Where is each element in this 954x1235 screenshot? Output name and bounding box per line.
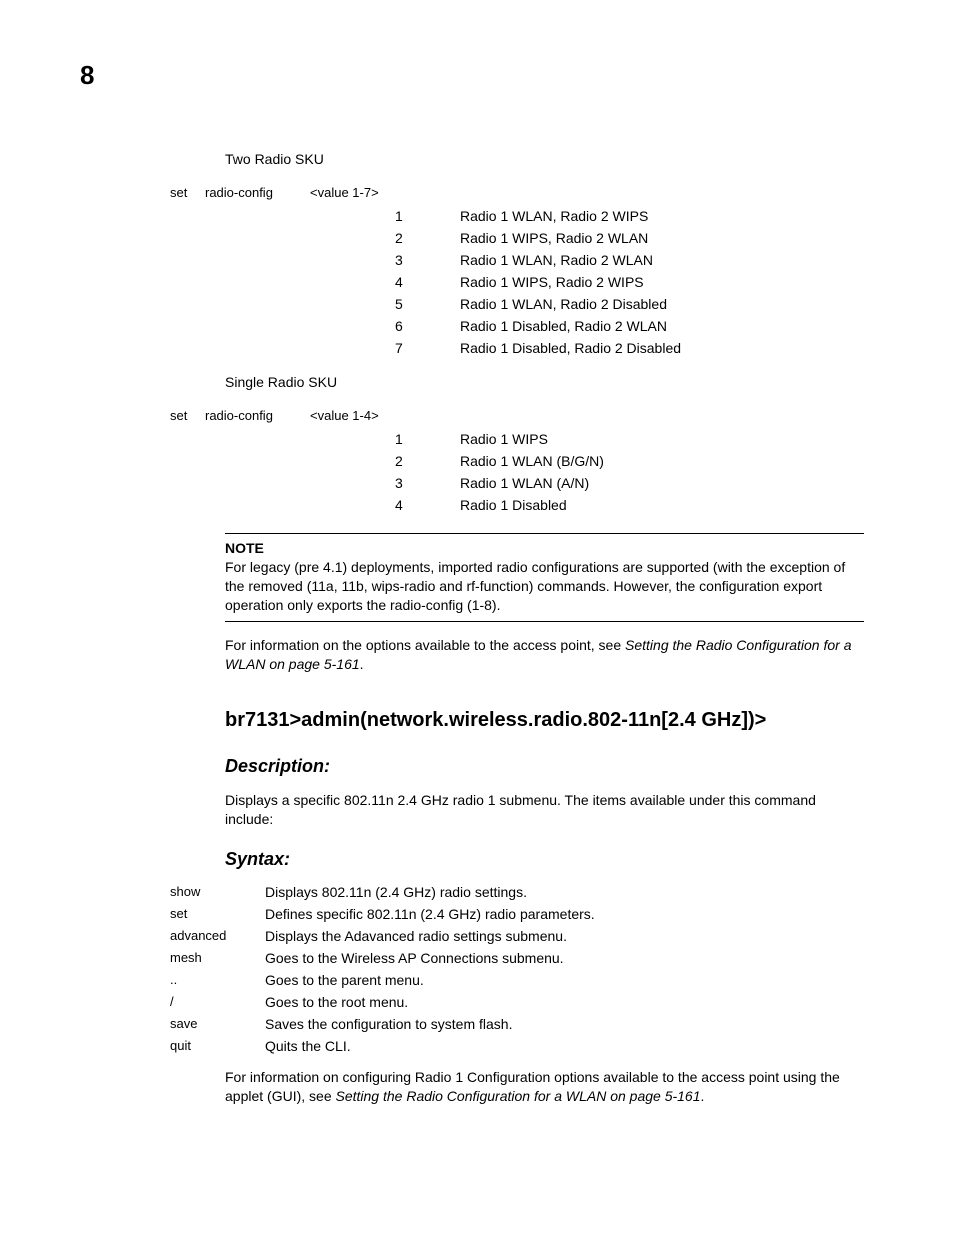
syntax-cmd: save bbox=[170, 1016, 265, 1032]
syntax-cmd: advanced bbox=[170, 928, 265, 944]
reference-text-1: For information on the options available… bbox=[225, 636, 864, 674]
syntax-row: quitQuits the CLI. bbox=[170, 1038, 864, 1054]
value-desc: Radio 1 Disabled, Radio 2 Disabled bbox=[460, 340, 864, 356]
syntax-cmd: set bbox=[170, 906, 265, 922]
note-label: NOTE bbox=[225, 540, 864, 556]
value-desc: Radio 1 WLAN (B/G/N) bbox=[460, 453, 864, 469]
reference-text-2: For information on configuring Radio 1 C… bbox=[225, 1068, 864, 1106]
value-num: 2 bbox=[395, 230, 460, 246]
syntax-row: advancedDisplays the Adavanced radio set… bbox=[170, 928, 864, 944]
syntax-desc: Saves the configuration to system flash. bbox=[265, 1016, 864, 1032]
two-radio-values: 1Radio 1 WLAN, Radio 2 WIPS 2Radio 1 WIP… bbox=[170, 208, 864, 356]
value-num: 4 bbox=[395, 274, 460, 290]
ref-post: . bbox=[701, 1088, 705, 1104]
value-desc: Radio 1 WLAN, Radio 2 WIPS bbox=[460, 208, 864, 224]
two-radio-title: Two Radio SKU bbox=[225, 151, 864, 167]
syntax-list: showDisplays 802.11n (2.4 GHz) radio set… bbox=[170, 884, 864, 1054]
value-row: 4Radio 1 WIPS, Radio 2 WIPS bbox=[170, 274, 864, 290]
value-num: 1 bbox=[395, 208, 460, 224]
syntax-row: showDisplays 802.11n (2.4 GHz) radio set… bbox=[170, 884, 864, 900]
value-row: 4Radio 1 Disabled bbox=[170, 497, 864, 513]
value-num: 2 bbox=[395, 453, 460, 469]
syntax-desc: Displays 802.11n (2.4 GHz) radio setting… bbox=[265, 884, 864, 900]
syntax-row: ..Goes to the parent menu. bbox=[170, 972, 864, 988]
value-row: 1Radio 1 WIPS bbox=[170, 431, 864, 447]
syntax-row: setDefines specific 802.11n (2.4 GHz) ra… bbox=[170, 906, 864, 922]
value-desc: Radio 1 WIPS, Radio 2 WLAN bbox=[460, 230, 864, 246]
value-desc: Radio 1 WIPS, Radio 2 WIPS bbox=[460, 274, 864, 290]
ref-link: Setting the Radio Configuration for a WL… bbox=[336, 1088, 701, 1104]
note-block: NOTE For legacy (pre 4.1) deployments, i… bbox=[225, 533, 864, 622]
syntax-row: meshGoes to the Wireless AP Connections … bbox=[170, 950, 864, 966]
content-area: Two Radio SKU set radio-config <value 1-… bbox=[170, 151, 864, 1106]
syntax-cmd: show bbox=[170, 884, 265, 900]
syntax-cmd: / bbox=[170, 994, 265, 1010]
value-row: 6Radio 1 Disabled, Radio 2 WLAN bbox=[170, 318, 864, 334]
syntax-desc: Displays the Adavanced radio settings su… bbox=[265, 928, 864, 944]
syntax-cmd: .. bbox=[170, 972, 265, 988]
value-row: 2Radio 1 WLAN (B/G/N) bbox=[170, 453, 864, 469]
single-radio-cmd: set radio-config <value 1-4> bbox=[170, 408, 864, 423]
value-desc: Radio 1 WLAN, Radio 2 Disabled bbox=[460, 296, 864, 312]
two-radio-cmd: set radio-config <value 1-7> bbox=[170, 185, 864, 200]
value-row: 7Radio 1 Disabled, Radio 2 Disabled bbox=[170, 340, 864, 356]
syntax-cmd: mesh bbox=[170, 950, 265, 966]
single-radio-title: Single Radio SKU bbox=[225, 374, 864, 390]
value-row: 1Radio 1 WLAN, Radio 2 WIPS bbox=[170, 208, 864, 224]
value-num: 6 bbox=[395, 318, 460, 334]
single-radio-values: 1Radio 1 WIPS 2Radio 1 WLAN (B/G/N) 3Rad… bbox=[170, 431, 864, 513]
description-heading: Description: bbox=[225, 756, 864, 777]
syntax-desc: Goes to the root menu. bbox=[265, 994, 864, 1010]
value-desc: Radio 1 WLAN, Radio 2 WLAN bbox=[460, 252, 864, 268]
value-desc: Radio 1 Disabled, Radio 2 WLAN bbox=[460, 318, 864, 334]
cmd-radio-config: radio-config bbox=[205, 185, 310, 200]
syntax-row: /Goes to the root menu. bbox=[170, 994, 864, 1010]
description-text: Displays a specific 802.11n 2.4 GHz radi… bbox=[225, 791, 864, 829]
ref-post: . bbox=[360, 656, 364, 672]
cmd-radio-config: radio-config bbox=[205, 408, 310, 423]
value-desc: Radio 1 WLAN (A/N) bbox=[460, 475, 864, 491]
ref-pre: For information on the options available… bbox=[225, 637, 625, 653]
value-row: 3Radio 1 WLAN, Radio 2 WLAN bbox=[170, 252, 864, 268]
syntax-row: saveSaves the configuration to system fl… bbox=[170, 1016, 864, 1032]
value-num: 4 bbox=[395, 497, 460, 513]
cmd-value-range: <value 1-4> bbox=[310, 408, 400, 423]
page-number: 8 bbox=[80, 60, 874, 91]
value-row: 2Radio 1 WIPS, Radio 2 WLAN bbox=[170, 230, 864, 246]
value-num: 1 bbox=[395, 431, 460, 447]
value-row: 5Radio 1 WLAN, Radio 2 Disabled bbox=[170, 296, 864, 312]
value-row: 3Radio 1 WLAN (A/N) bbox=[170, 475, 864, 491]
syntax-desc: Goes to the parent menu. bbox=[265, 972, 864, 988]
command-heading: br7131>admin(network.wireless.radio.802-… bbox=[225, 709, 864, 732]
value-num: 7 bbox=[395, 340, 460, 356]
value-num: 5 bbox=[395, 296, 460, 312]
value-num: 3 bbox=[395, 475, 460, 491]
syntax-heading: Syntax: bbox=[225, 849, 864, 870]
value-desc: Radio 1 Disabled bbox=[460, 497, 864, 513]
cmd-set: set bbox=[170, 185, 205, 200]
syntax-desc: Quits the CLI. bbox=[265, 1038, 864, 1054]
value-desc: Radio 1 WIPS bbox=[460, 431, 864, 447]
note-text: For legacy (pre 4.1) deployments, import… bbox=[225, 558, 864, 615]
syntax-cmd: quit bbox=[170, 1038, 265, 1054]
syntax-desc: Defines specific 802.11n (2.4 GHz) radio… bbox=[265, 906, 864, 922]
cmd-value-range: <value 1-7> bbox=[310, 185, 400, 200]
value-num: 3 bbox=[395, 252, 460, 268]
cmd-set: set bbox=[170, 408, 205, 423]
syntax-desc: Goes to the Wireless AP Connections subm… bbox=[265, 950, 864, 966]
